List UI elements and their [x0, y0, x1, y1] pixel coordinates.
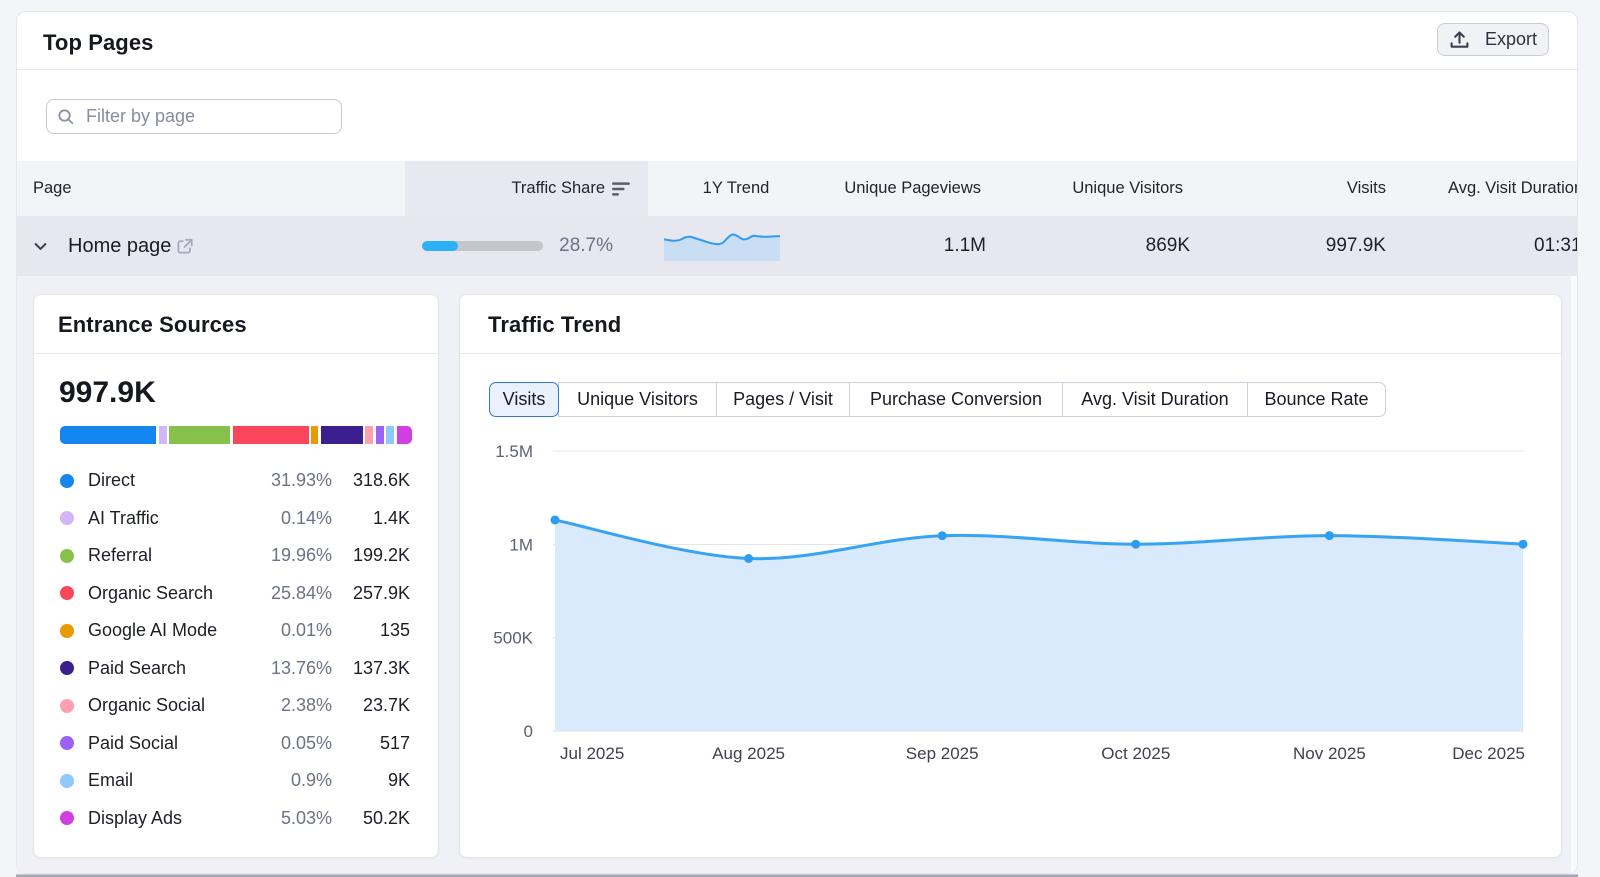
svg-text:Aug 2025: Aug 2025 [712, 744, 785, 763]
svg-text:Sep 2025: Sep 2025 [906, 744, 979, 763]
svg-text:500K: 500K [493, 629, 533, 648]
svg-text:1M: 1M [509, 536, 533, 555]
svg-text:Nov 2025: Nov 2025 [1293, 744, 1366, 763]
svg-text:0: 0 [524, 722, 533, 741]
svg-text:Jul 2025: Jul 2025 [560, 744, 624, 763]
svg-text:Oct 2025: Oct 2025 [1101, 744, 1170, 763]
svg-text:Dec 2025: Dec 2025 [1452, 744, 1525, 763]
svg-text:1.5M: 1.5M [495, 442, 533, 461]
